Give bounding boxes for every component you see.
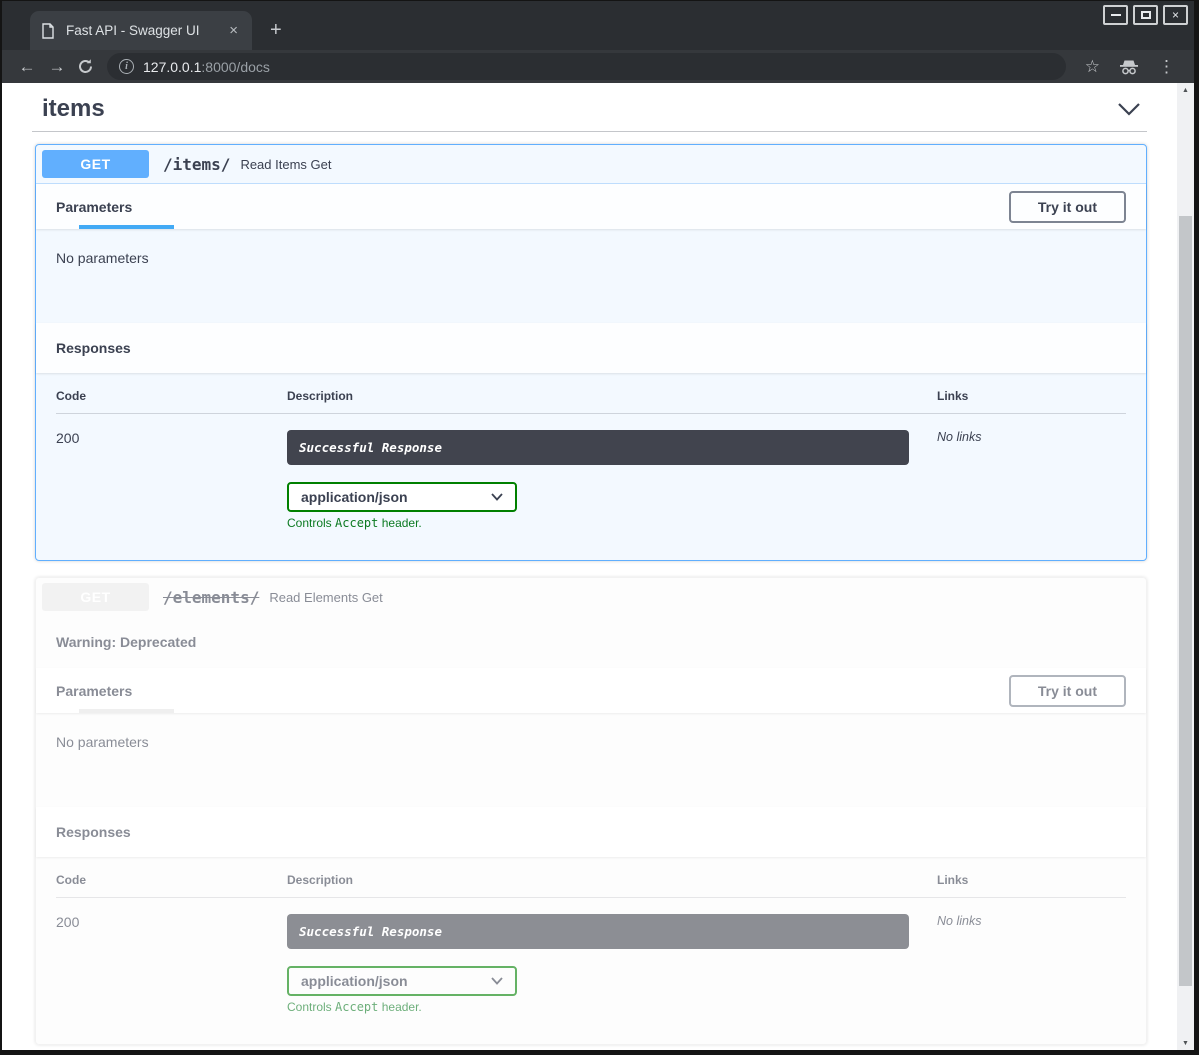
code-column-header: Code	[56, 873, 287, 887]
incognito-icon[interactable]	[1118, 59, 1140, 75]
code-column-header: Code	[56, 389, 287, 403]
scroll-down-icon[interactable]: ▼	[1177, 1036, 1194, 1050]
scrollbar-thumb[interactable]	[1179, 216, 1192, 986]
endpoint-summary: Read Items Get	[240, 157, 331, 172]
description-column-header: Description	[287, 389, 937, 403]
response-row: 200 Successful Response application/json…	[56, 414, 1126, 530]
opblock-summary[interactable]: GET /items/ Read Items Get	[36, 145, 1146, 184]
page-scrollbar[interactable]: ▲ ▼	[1177, 83, 1194, 1050]
no-links-text: No links	[937, 430, 1126, 530]
opblock-get-elements-deprecated: GET /elements/ Read Elements Get Warning…	[35, 577, 1147, 1045]
no-parameters-text: No parameters	[36, 229, 1146, 323]
media-type-select[interactable]: application/json	[287, 966, 517, 996]
no-links-text: No links	[937, 914, 1126, 1014]
media-type-select[interactable]: application/json	[287, 482, 517, 512]
minimize-icon	[1111, 14, 1121, 16]
collapse-chevron-icon[interactable]	[1117, 102, 1141, 116]
page-content: items GET /items/ Read Items Get Paramet…	[2, 83, 1194, 1050]
responses-label: Responses	[56, 824, 131, 840]
media-type-value: application/json	[301, 489, 408, 505]
forward-button[interactable]: →	[42, 57, 72, 77]
maximize-icon	[1141, 11, 1151, 19]
responses-header: Responses	[36, 807, 1146, 857]
response-description-box: Successful Response	[287, 430, 909, 465]
browser-window: Fast API - Swagger UI × + × ← → i 127.0.…	[0, 0, 1199, 1055]
tab-title: Fast API - Swagger UI	[66, 23, 225, 38]
parameters-label: Parameters	[56, 683, 132, 699]
back-button[interactable]: ←	[12, 57, 42, 77]
minimize-button[interactable]	[1103, 5, 1128, 25]
parameters-header: Parameters Try it out	[36, 184, 1146, 229]
accept-header-hint: Controls Accept header.	[287, 1000, 937, 1014]
swagger-ui: items GET /items/ Read Items Get Paramet…	[2, 83, 1177, 1050]
endpoint-path: /items/	[163, 155, 230, 174]
tag-section-header[interactable]: items	[2, 89, 1177, 131]
links-column-header: Links	[937, 873, 1126, 887]
response-code: 200	[56, 914, 287, 1014]
no-parameters-text: No parameters	[36, 713, 1146, 807]
titlebar: Fast API - Swagger UI × + ×	[2, 1, 1194, 50]
responses-label: Responses	[56, 340, 131, 356]
page-favicon-icon	[40, 23, 56, 39]
method-badge: GET	[42, 150, 149, 178]
window-controls: ×	[1103, 5, 1188, 25]
links-column-header: Links	[937, 389, 1126, 403]
description-column-header: Description	[287, 873, 937, 887]
parameters-header: Parameters Try it out	[36, 668, 1146, 713]
response-code: 200	[56, 430, 287, 530]
opblock-get-items: GET /items/ Read Items Get Parameters Tr…	[35, 144, 1147, 561]
media-type-value: application/json	[301, 973, 408, 989]
accept-header-hint: Controls Accept header.	[287, 516, 937, 530]
responses-table: Code Description Links 200 Successful Re…	[36, 857, 1146, 1044]
opblock-summary[interactable]: GET /elements/ Read Elements Get	[36, 578, 1146, 616]
tag-divider	[32, 131, 1147, 132]
tab-close-icon[interactable]: ×	[225, 22, 242, 39]
bookmark-star-icon[interactable]: ☆	[1076, 57, 1109, 77]
endpoint-path: /elements/	[163, 588, 259, 607]
endpoint-summary: Read Elements Get	[269, 590, 382, 605]
maximize-button[interactable]	[1133, 5, 1158, 25]
responses-table: Code Description Links 200 Successful Re…	[36, 373, 1146, 560]
new-tab-button[interactable]: +	[270, 19, 282, 42]
site-info-icon[interactable]: i	[119, 59, 134, 74]
select-chevron-icon	[491, 977, 503, 985]
parameters-label: Parameters	[56, 199, 132, 215]
browser-tab[interactable]: Fast API - Swagger UI ×	[30, 11, 252, 50]
browser-toolbar: ← → i 127.0.0.1:8000/docs ☆ ⋮	[2, 50, 1194, 83]
active-tab-underline	[79, 709, 174, 713]
try-it-out-button[interactable]: Try it out	[1009, 191, 1126, 223]
browser-menu-icon[interactable]: ⋮	[1149, 57, 1184, 77]
response-row: 200 Successful Response application/json…	[56, 898, 1126, 1014]
url-host: 127.0.0.1	[143, 59, 201, 75]
tag-title: items	[42, 95, 105, 123]
active-tab-underline	[79, 225, 174, 229]
try-it-out-button[interactable]: Try it out	[1009, 675, 1126, 707]
method-badge: GET	[42, 583, 149, 611]
select-chevron-icon	[491, 493, 503, 501]
address-bar[interactable]: i 127.0.0.1:8000/docs	[107, 53, 1066, 80]
scroll-up-icon[interactable]: ▲	[1177, 83, 1194, 97]
url-path: :8000/docs	[201, 59, 270, 75]
responses-header: Responses	[36, 323, 1146, 373]
close-button[interactable]: ×	[1163, 5, 1188, 25]
reload-button[interactable]	[77, 58, 94, 75]
response-description-box: Successful Response	[287, 914, 909, 949]
deprecated-warning: Warning: Deprecated	[36, 616, 1146, 668]
